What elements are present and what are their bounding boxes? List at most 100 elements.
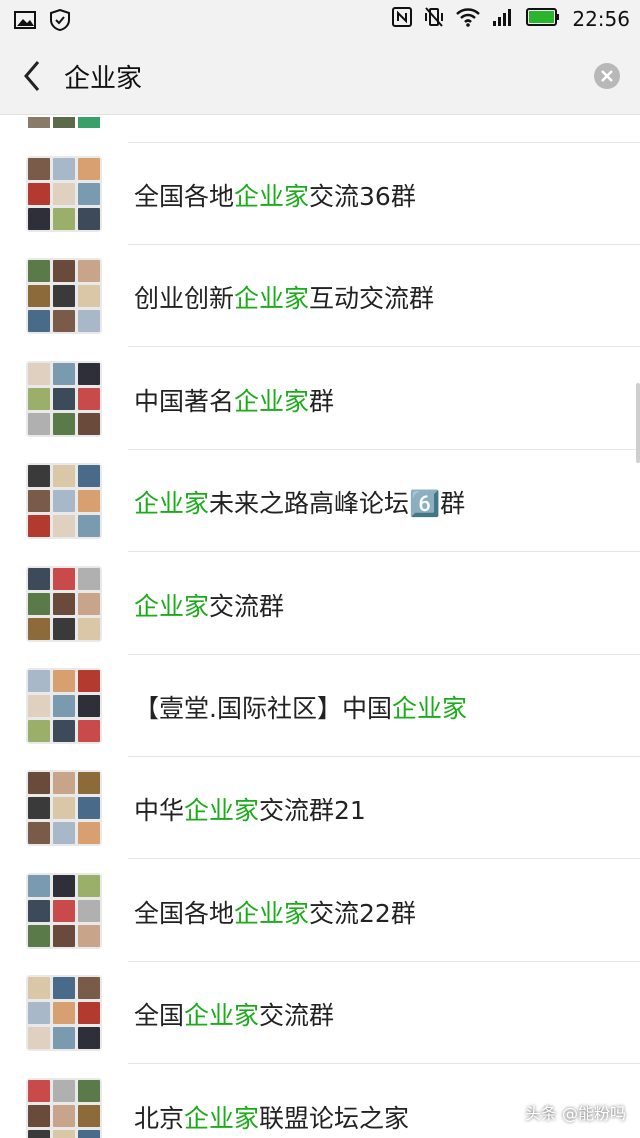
avatar-tile <box>53 1104 75 1127</box>
avatar-tile <box>78 695 100 717</box>
avatar-tile <box>78 412 100 435</box>
search-header: 企业家 <box>0 38 640 115</box>
group-name: 创业创新企业家互动交流群 <box>134 279 434 315</box>
avatar-tile <box>78 1079 100 1102</box>
group-avatar <box>26 360 102 437</box>
group-name: 企业家未来之路高峰论坛6️⃣群 <box>134 484 465 520</box>
avatar-tile <box>28 412 50 435</box>
avatar-tile <box>78 158 100 180</box>
avatar-tile <box>78 924 100 947</box>
avatar-tile <box>53 592 75 615</box>
group-result-row[interactable]: 企业家未来之路高峰论坛6️⃣群 <box>0 450 640 553</box>
avatar-tile <box>78 208 100 230</box>
avatar-tile <box>28 1027 50 1050</box>
group-result-row[interactable]: 全国各地企业家交流36群 <box>0 143 640 245</box>
avatar-tile <box>53 695 75 717</box>
vibrate-icon <box>424 6 444 32</box>
avatar-tile <box>78 592 100 615</box>
group-name-text: 交流群21 <box>259 796 366 826</box>
group-name: 【壹堂.国际社区】中国企业家 <box>134 689 467 725</box>
avatar-tile <box>78 977 100 1000</box>
highlighted-match-text: 企业家 <box>234 386 310 416</box>
chevron-left-icon <box>24 61 40 91</box>
group-name: 中国著名企业家群 <box>134 382 334 418</box>
group-name-text: 中华 <box>134 796 185 826</box>
avatar-tile <box>78 1104 100 1127</box>
avatar-tile <box>78 617 100 640</box>
group-result-row[interactable]: 中华企业家交流群21 <box>0 757 640 860</box>
group-avatar <box>26 975 102 1052</box>
close-circle-icon <box>601 70 613 82</box>
avatar-tile <box>78 387 100 410</box>
group-result-row[interactable]: 创业创新企业家互动交流群 <box>0 245 640 348</box>
group-name-text: 【壹堂.国际社区】中国 <box>134 694 392 723</box>
avatar-tile <box>78 183 100 205</box>
avatar-tile <box>28 720 50 742</box>
group-name-text: 互动交流群 <box>309 284 435 314</box>
group-avatar <box>26 668 102 744</box>
highlighted-match-text: 企业家 <box>184 1103 260 1133</box>
avatar-tile <box>53 1002 75 1025</box>
group-result-row[interactable]: 中国著名企业家群 <box>0 348 640 450</box>
avatar-tile <box>28 310 50 333</box>
group-name-text: 全国各地 <box>134 898 235 928</box>
avatar-tile <box>53 1129 75 1138</box>
avatar-tile <box>78 1002 100 1025</box>
scrollbar[interactable] <box>636 383 640 463</box>
battery-icon <box>526 8 560 30</box>
avatar-tile <box>78 1027 100 1050</box>
search-results-list[interactable]: 全国各地企业家交流36群 创业创新企业家互动交流群 中国著名企业家群 企业家未来之路高… <box>0 115 640 1138</box>
avatar-tile <box>78 720 100 742</box>
avatar-tile <box>78 822 100 845</box>
avatar-tile <box>78 1129 100 1138</box>
highlighted-match-text: 企业家 <box>134 591 210 621</box>
group-name-text: 群 <box>309 386 335 416</box>
avatar-tile <box>28 1129 50 1138</box>
group-name-text: 全国 <box>134 1001 185 1031</box>
avatar-tile <box>28 387 50 410</box>
group-name: 中华企业家交流群21 <box>134 791 366 827</box>
group-name-text: 未来之路高峰论坛6️⃣群 <box>209 489 466 519</box>
avatar-tile <box>53 362 75 385</box>
avatar-tile <box>28 1002 50 1025</box>
highlighted-match-text: 企业家 <box>234 898 310 928</box>
avatar-tile <box>28 1104 50 1127</box>
clear-search-button[interactable] <box>594 63 620 89</box>
search-input[interactable]: 企业家 <box>64 58 142 95</box>
avatar-tile <box>78 797 100 820</box>
avatar-tile <box>53 772 75 795</box>
avatar-tile <box>53 822 75 845</box>
group-name: 企业家交流群 <box>134 587 284 623</box>
clock-time: 22:56 <box>572 7 630 31</box>
avatar-tile <box>78 899 100 922</box>
signal-icon <box>492 7 514 31</box>
avatar-tile <box>53 310 75 333</box>
group-name-text: 全国各地 <box>134 182 235 211</box>
avatar-tile <box>53 465 75 488</box>
avatar-tile <box>28 285 50 308</box>
avatar-tile <box>78 310 100 333</box>
group-result-row[interactable]: 【壹堂.国际社区】中国企业家 <box>0 655 640 757</box>
shield-icon <box>50 8 70 35</box>
group-name-text: 北京 <box>134 1103 185 1133</box>
group-result-row[interactable]: 企业家交流群 <box>0 553 640 655</box>
avatar-tile <box>28 362 50 385</box>
avatar-tile <box>28 772 50 795</box>
avatar-tile <box>28 617 50 640</box>
avatar-tile <box>53 874 75 897</box>
avatar-tile <box>28 924 50 947</box>
avatar-tile <box>53 208 75 230</box>
group-result-row[interactable]: 全国企业家交流群 <box>0 962 640 1065</box>
group-avatar <box>26 565 102 642</box>
avatar-tile <box>78 515 100 538</box>
avatar-tile <box>28 183 50 205</box>
avatar-tile <box>28 490 50 513</box>
back-button[interactable] <box>18 58 48 94</box>
avatar-tile <box>53 515 75 538</box>
avatar-tile <box>53 285 75 308</box>
avatar-tile <box>28 465 50 488</box>
avatar-tile <box>78 285 100 308</box>
avatar-tile <box>28 567 50 590</box>
avatar-tile <box>53 1079 75 1102</box>
group-result-row[interactable]: 全国各地企业家交流22群 <box>0 860 640 962</box>
